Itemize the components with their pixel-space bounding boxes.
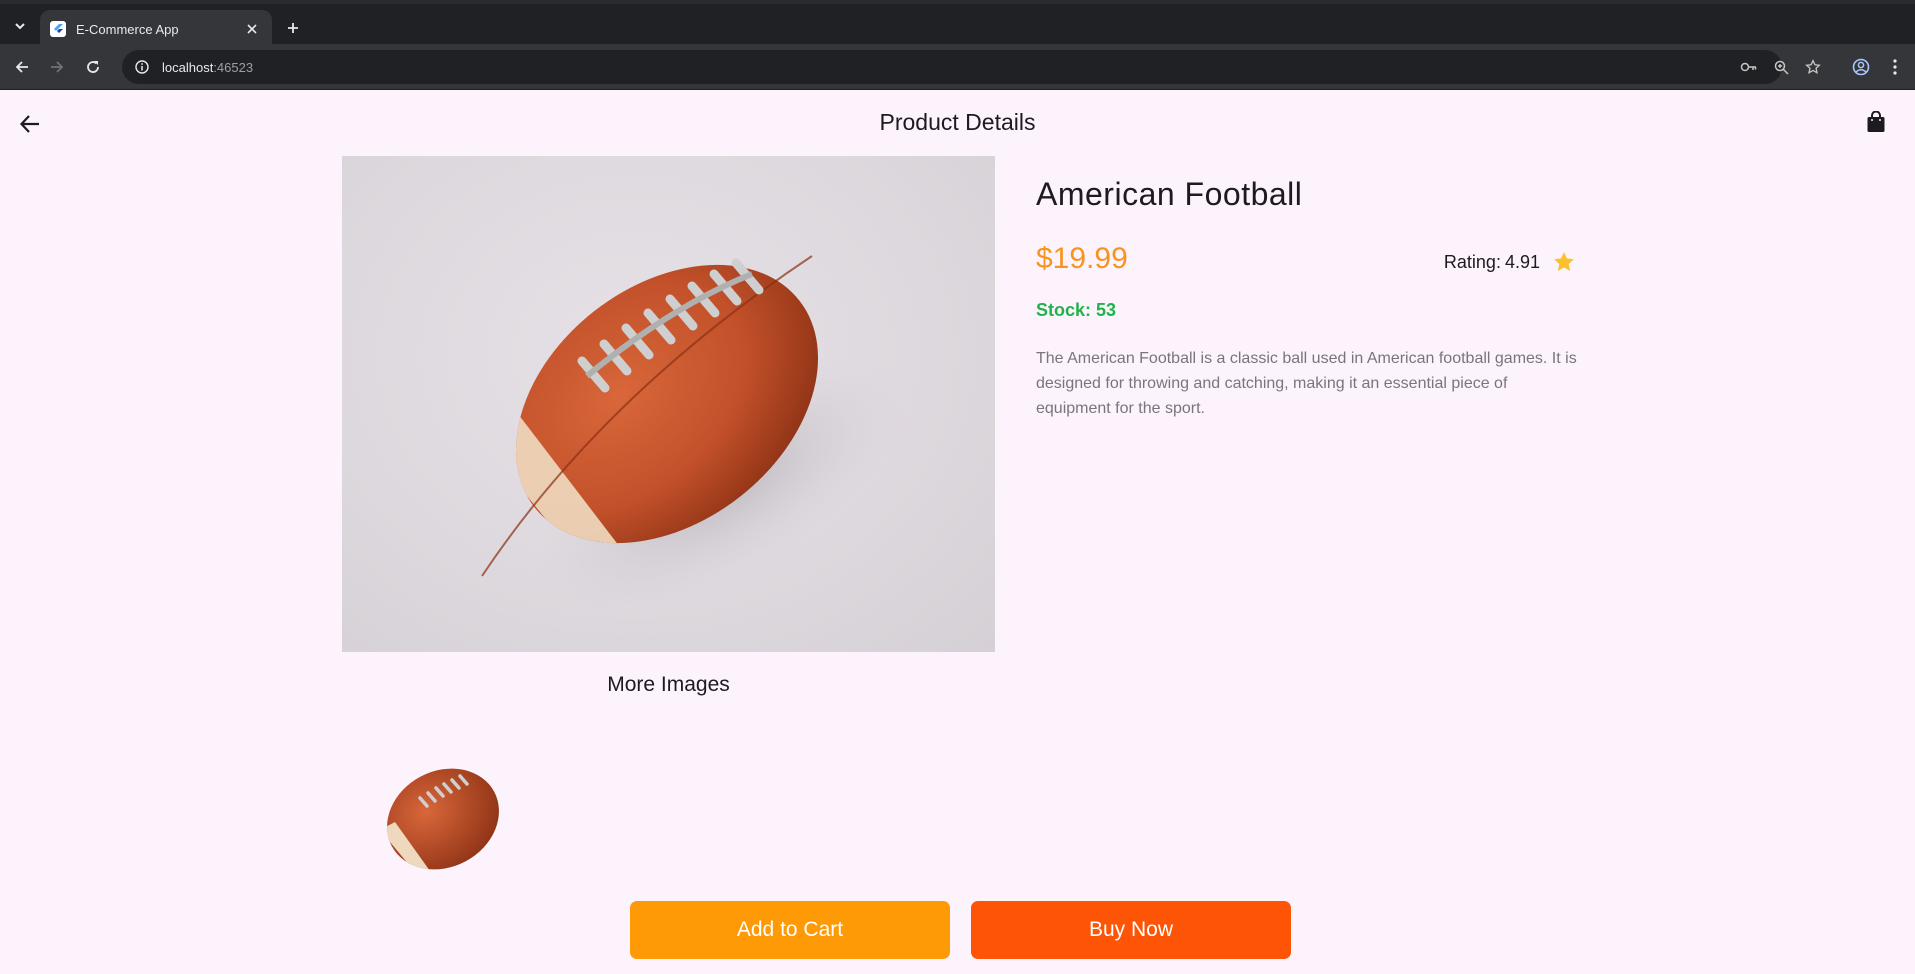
- product-main-image: [342, 156, 995, 652]
- more-images-heading: More Images: [607, 673, 730, 696]
- arrow-left-icon: [15, 61, 28, 73]
- zoom-button[interactable]: [1770, 56, 1792, 78]
- key-icon: [1740, 62, 1757, 72]
- star-outline-icon: [1805, 59, 1821, 74]
- bookmark-button[interactable]: [1802, 56, 1824, 78]
- profile-icon: [1852, 58, 1870, 76]
- browser-forward-button[interactable]: [45, 55, 69, 79]
- product-stock: Stock: 53: [1036, 300, 1116, 321]
- browser-menu-button[interactable]: [1883, 55, 1907, 79]
- info-icon: [135, 60, 149, 74]
- plus-icon: [288, 23, 298, 33]
- product-rating: Rating: 4.91: [1444, 250, 1576, 274]
- product-description: The American Football is a classic ball …: [1036, 350, 1577, 417]
- site-info-button[interactable]: [132, 57, 152, 77]
- buy-now-button[interactable]: Buy Now: [971, 901, 1291, 959]
- tab-list-icon: [15, 23, 25, 30]
- close-icon: [247, 24, 257, 34]
- page-title: Product Details: [879, 109, 1036, 135]
- product-name: American Football: [1036, 176, 1303, 212]
- product-info: American Football $19.99 Rating: 4.91 St…: [1036, 176, 1577, 417]
- flutter-favicon: [50, 21, 66, 37]
- url-host: localhost: [162, 59, 214, 75]
- more-vert-icon: [1893, 59, 1897, 75]
- cart-button[interactable]: [1862, 108, 1890, 136]
- url-field[interactable]: localhost:46523: [122, 50, 1821, 84]
- close-tab-button[interactable]: [242, 19, 262, 39]
- zoom-icon: [1774, 60, 1789, 75]
- shopping-bag-icon: [1867, 111, 1885, 132]
- new-tab-button[interactable]: [282, 17, 304, 39]
- tab-title: E-Commerce App: [76, 21, 179, 37]
- browser-tab-bar: E-Commerce App: [0, 0, 1915, 48]
- tab-list-button[interactable]: [8, 14, 32, 38]
- app-bar: Product Details: [0, 90, 1915, 154]
- rating-value: 4.91: [1504, 251, 1540, 272]
- stock-value: 53: [1096, 300, 1117, 320]
- add-to-cart-button[interactable]: Add to Cart: [630, 901, 950, 959]
- browser-address-bar: localhost:46523: [0, 44, 1915, 90]
- product-thumbnail[interactable]: [380, 760, 506, 878]
- rating-label: Rating:: [1443, 251, 1501, 272]
- profile-button[interactable]: [1849, 55, 1873, 79]
- url-port: :46523: [213, 59, 254, 75]
- football-image: [462, 207, 910, 617]
- football-thumbnail-image: [380, 760, 506, 878]
- product-price: $19.99: [1036, 242, 1128, 275]
- password-key-button[interactable]: [1738, 56, 1760, 78]
- browser-back-button[interactable]: [10, 55, 34, 79]
- reload-icon: [87, 61, 99, 73]
- arrow-right-icon: [51, 61, 64, 73]
- stock-label: Stock:: [1036, 300, 1092, 320]
- browser-tab[interactable]: E-Commerce App: [40, 10, 272, 48]
- star-icon: [1554, 252, 1574, 271]
- reload-button[interactable]: [81, 55, 105, 79]
